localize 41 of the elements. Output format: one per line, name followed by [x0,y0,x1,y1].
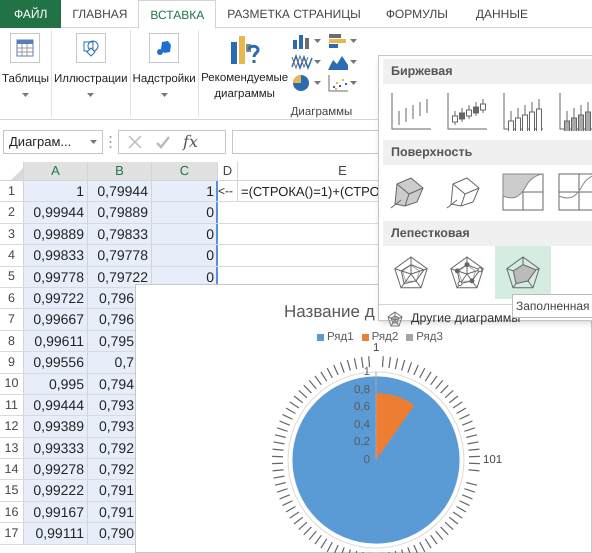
table-cell: 0,79944 [88,181,152,202]
table-cell: 0,99333 [24,438,88,458]
table-cell: 0,99556 [24,352,88,373]
table-cell: 0,99222 [24,480,88,501]
table-cell: 0,99833 [24,245,88,266]
table-cell: <-- [218,181,238,202]
table-cell: 0,99722 [24,288,88,308]
table-cell-text: =(СТРОКА()=1)+(СТРО [240,183,380,201]
axis-label: 0,8 [354,384,370,396]
table-cell: 0,99778 [24,266,88,287]
table-cell: 0,99167 [24,502,88,522]
table-cell: 0,79722 [88,266,152,287]
table-cell: 0,995 [24,374,88,394]
table-cell: 0,79778 [88,245,152,266]
table-cell: 0 [152,224,218,244]
table-cell: 0 [152,245,218,266]
table-cell: 1 [152,181,218,202]
category-label: 101 [483,454,502,466]
table-cell: 0,79889 [88,202,152,223]
category-label: 1 [373,342,380,354]
table-cell: 0,79833 [88,224,152,244]
table-cell: 0,99889 [24,224,88,244]
table-cell: 0,99611 [24,330,88,352]
table-cell: 1 [24,181,88,202]
gallery-section-header: Биржевая [383,59,592,84]
table-cell: 0,99278 [24,459,88,480]
table-cell: 0 [152,202,218,223]
axis-label: 0,6 [354,401,370,414]
table-cell: 0,99111 [24,523,88,544]
axis-label: 1 [364,366,370,378]
table-cell: 0,99667 [24,309,88,330]
axis-label: 0,4 [354,418,370,431]
table-cell: 0,99444 [24,394,88,416]
axis-label: 0,2 [354,436,370,448]
gallery-section-header: Лепестковая [383,221,592,246]
table-cell: 0,99389 [24,416,88,437]
ribbon-group-label: Диаграммы [290,105,354,120]
table-cell: 0,99944 [24,202,88,223]
gallery-section-header: Поверхность [383,140,592,165]
tooltip: Заполненная [512,294,592,318]
axis-label: 0 [364,454,370,466]
